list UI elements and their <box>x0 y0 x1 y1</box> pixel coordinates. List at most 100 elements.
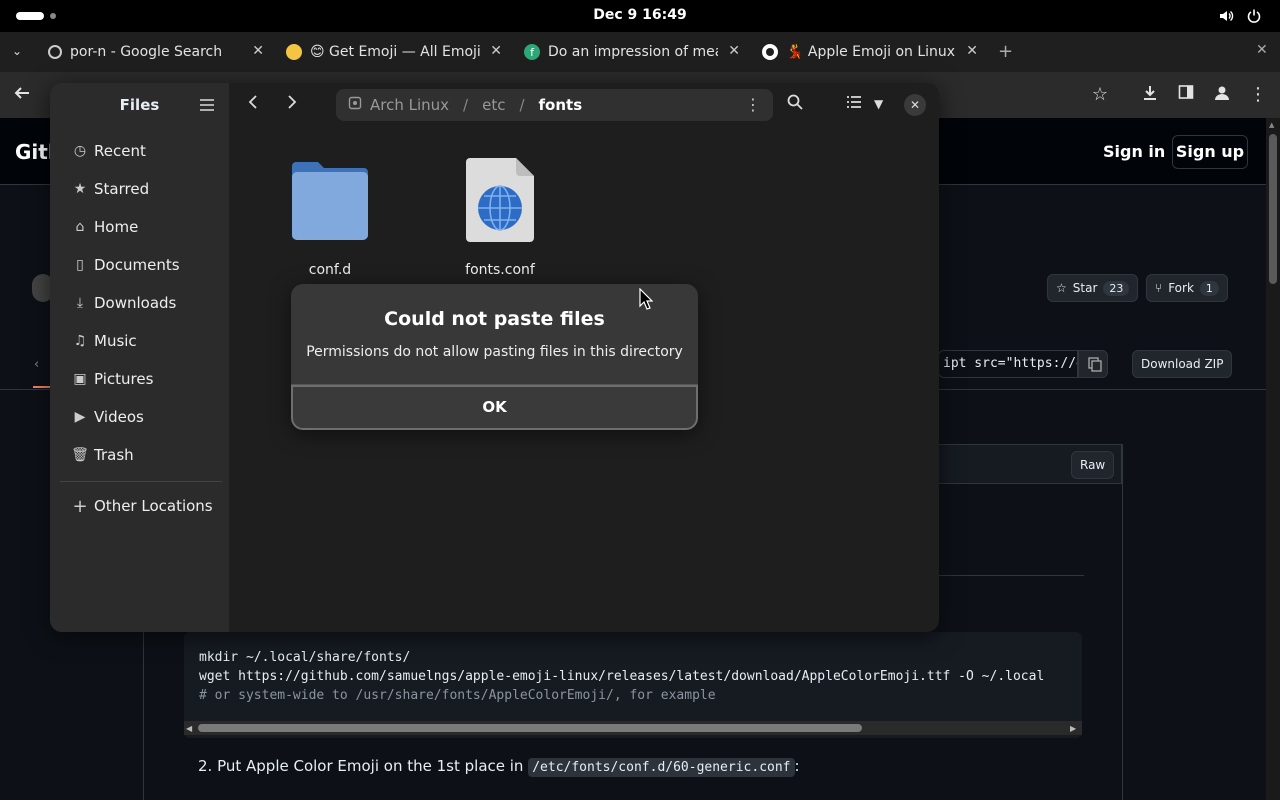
code-comment: # or system-wide to /usr/share/fonts/App… <box>199 688 716 703</box>
copy-icon[interactable] <box>1078 350 1108 378</box>
code-line: wget https://github.com/samuelngs/apple-… <box>199 669 1045 684</box>
sidebar-item-label: Other Locations <box>94 497 213 515</box>
path-separator: / <box>463 96 469 114</box>
close-window-icon[interactable]: ✕ <box>1256 42 1268 58</box>
page-scrollbar[interactable]: ▲ <box>1266 118 1280 800</box>
bookmark-star-icon[interactable]: ☆ <box>1089 84 1111 106</box>
close-tab-icon[interactable]: ✕ <box>490 43 502 59</box>
close-icon[interactable]: ✕ <box>904 94 926 116</box>
fork-icon: ⑂ <box>1155 281 1163 295</box>
hamburger-menu-icon[interactable] <box>199 97 215 117</box>
scrollbar-thumb[interactable] <box>198 724 862 732</box>
close-tab-icon[interactable]: ✕ <box>252 43 264 59</box>
new-tab-button[interactable]: + <box>998 41 1013 62</box>
sidebar-item-pictures[interactable]: ▣ Pictures <box>60 362 220 396</box>
raw-button[interactable]: Raw <box>1071 451 1115 479</box>
path-segment-current[interactable]: fonts <box>539 96 583 114</box>
code-line: mkdir ~/.local/share/fonts/ <box>199 650 411 665</box>
tab-list-chevron-icon[interactable]: ⌄ <box>12 44 22 58</box>
scroll-left-icon[interactable]: ◀ <box>186 724 192 733</box>
step-2-prefix: 2. Put Apple Color Emoji on the 1st plac… <box>198 757 524 775</box>
tab-get-emoji[interactable]: 😊 Get Emoji — All Emoji ✕ <box>286 38 502 66</box>
embed-input[interactable]: ipt src="https://g <box>938 350 1078 378</box>
sidebar-item-other-locations[interactable]: + Other Locations <box>60 489 220 523</box>
sidebar-item-label: Trash <box>94 446 134 464</box>
folder-icon <box>292 162 368 240</box>
code-block: mkdir ~/.local/share/fonts/ wget https:/… <box>184 632 1082 738</box>
back-arrow-icon[interactable] <box>11 84 33 106</box>
file-item[interactable]: fonts.conf <box>445 158 555 278</box>
path-menu-icon[interactable]: ⋮ <box>745 95 761 114</box>
scroll-right-icon[interactable]: ▶ <box>1070 724 1076 733</box>
step-2-suffix: : <box>794 757 800 775</box>
plus-icon: + <box>72 495 88 517</box>
step-2-text: 2. Put Apple Color Emoji on the 1st plac… <box>198 757 800 777</box>
list-view-icon[interactable] <box>846 94 862 114</box>
files-header-bar: Arch Linux / etc / fonts ⋮ ▼ ✕ <box>229 83 939 129</box>
horizontal-scrollbar[interactable]: ◀ ▶ <box>184 721 1082 735</box>
tab-poe-impression[interactable]: f Do an impression of mea ✕ <box>524 38 740 66</box>
globe-icon <box>48 45 62 59</box>
close-tab-icon[interactable]: ✕ <box>966 43 978 59</box>
page-scrollbar-thumb[interactable] <box>1269 134 1277 284</box>
sidebar-item-recent[interactable]: ◷ Recent <box>60 134 220 168</box>
star-icon: ★ <box>73 181 87 197</box>
sidebar-item-music[interactable]: ♫ Music <box>60 324 220 358</box>
kebab-menu-icon[interactable]: ⋮ <box>1247 84 1269 106</box>
file-name: conf.d <box>308 262 352 278</box>
download-zip-button[interactable]: Download ZIP <box>1132 350 1233 378</box>
view-options-chevron-icon[interactable]: ▼ <box>874 97 883 111</box>
path-segment[interactable]: Arch Linux <box>370 96 449 114</box>
sidebar-item-label: Starred <box>94 180 150 198</box>
globe-document-icon <box>466 158 534 242</box>
active-tab-underline <box>33 386 51 388</box>
file-name: fonts.conf <box>465 262 535 278</box>
back-nav-icon[interactable] <box>246 94 260 114</box>
dialog-title: Could not paste files <box>384 308 605 330</box>
home-icon: ⌂ <box>75 219 85 235</box>
sidebar-item-downloads[interactable]: ⤓ Downloads <box>60 286 220 320</box>
path-bar[interactable]: Arch Linux / etc / fonts ⋮ <box>336 89 773 121</box>
sign-in-link[interactable]: Sign in <box>1103 142 1165 161</box>
trash-icon: 🗑 <box>71 447 89 463</box>
sidebar-divider <box>60 481 222 482</box>
emoji-icon <box>286 44 302 60</box>
search-icon[interactable] <box>787 94 803 114</box>
clock-icon: ◷ <box>73 143 87 159</box>
tab-google-search[interactable]: por-n - Google Search ✕ <box>48 38 264 66</box>
sidebar-item-documents[interactable]: ▯ Documents <box>60 248 220 282</box>
chevron-left-icon[interactable]: ‹ <box>34 357 39 372</box>
github-icon <box>762 44 778 60</box>
path-segment[interactable]: etc <box>482 96 505 114</box>
star-count: 23 <box>1103 280 1130 296</box>
star-button[interactable]: ☆ Star 23 <box>1047 274 1139 302</box>
fork-button[interactable]: ⑂ Fork 1 <box>1146 274 1228 302</box>
music-icon: ♫ <box>73 333 87 349</box>
profile-icon[interactable] <box>1211 84 1233 106</box>
scroll-up-icon[interactable]: ▲ <box>1269 121 1274 129</box>
sidebar-item-trash[interactable]: 🗑 Trash <box>60 438 220 472</box>
ok-button[interactable]: OK <box>291 385 698 430</box>
clock[interactable]: Dec 9 16:49 <box>0 7 1280 23</box>
sidebar-item-home[interactable]: ⌂ Home <box>60 210 220 244</box>
sidebar-item-starred[interactable]: ★ Starred <box>60 172 220 206</box>
sign-up-button[interactable]: Sign up <box>1172 135 1248 169</box>
files-sidebar: Files ◷ Recent ★ Starred ⌂ Home ▯ Docume… <box>50 83 229 632</box>
power-icon[interactable] <box>1246 8 1262 24</box>
path-separator: / <box>519 96 525 114</box>
sidebar-toggle-icon[interactable] <box>1175 84 1197 106</box>
forward-nav-icon[interactable] <box>285 94 299 114</box>
volume-icon[interactable] <box>1218 8 1234 24</box>
fork-count: 1 <box>1199 280 1219 296</box>
download-icon: ⤓ <box>76 295 84 311</box>
tab-title: 😊 Get Emoji — All Emoji <box>310 44 480 60</box>
close-tab-icon[interactable]: ✕ <box>728 43 740 59</box>
tab-apple-emoji-linux[interactable]: 💃 Apple Emoji on Linux ✕ <box>762 38 978 66</box>
sidebar-item-label: Videos <box>94 408 144 426</box>
download-icon[interactable] <box>1139 84 1161 106</box>
folder-item[interactable]: conf.d <box>275 158 385 278</box>
video-icon: ▶ <box>74 409 86 425</box>
sidebar-item-label: Recent <box>94 142 146 160</box>
sidebar-item-videos[interactable]: ▶ Videos <box>60 400 220 434</box>
error-dialog: Could not paste files Permissions do not… <box>291 284 698 430</box>
